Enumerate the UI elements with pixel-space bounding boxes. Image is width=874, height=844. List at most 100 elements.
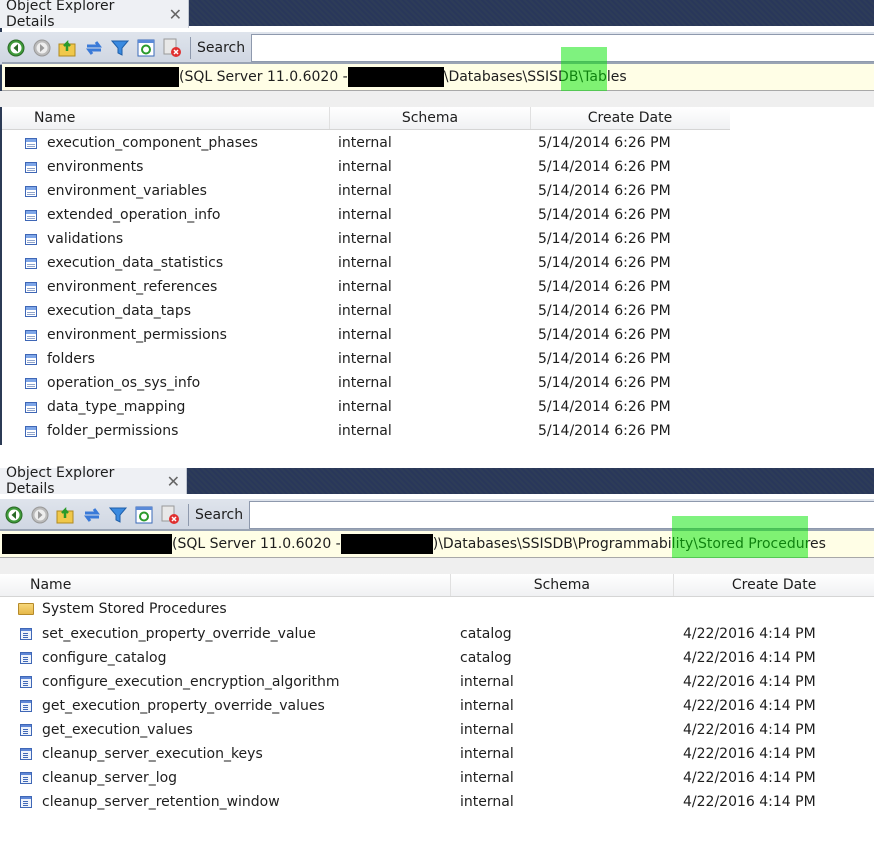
search-label: Search: [195, 507, 244, 523]
sync-icon[interactable]: [84, 38, 104, 58]
create-date-cell: 5/14/2014 6:26 PM: [538, 255, 671, 271]
close-tab-icon[interactable]: ✕: [169, 5, 182, 24]
close-tab-icon[interactable]: ✕: [167, 472, 180, 491]
table-row[interactable]: environment_variables internal 5/14/2014 6…: [0, 179, 874, 203]
tab-object-explorer-details[interactable]: Object Explorer Details ✕: [0, 0, 189, 30]
column-header-row-2: Name Schema Create Date: [0, 574, 874, 597]
redacted-user-name: [347, 67, 444, 87]
name-cell: get_execution_values: [20, 722, 193, 738]
schema-cell: internal: [460, 746, 514, 762]
name-cell: execution_data_taps: [25, 303, 191, 319]
table-row[interactable]: cleanup_server_log internal 4/22/2016 4:14…: [0, 766, 874, 790]
name-cell: environments: [25, 159, 143, 175]
schema-cell: internal: [338, 375, 392, 391]
name-cell: configure_catalog: [20, 650, 166, 666]
name-cell: get_execution_property_override_values: [20, 698, 325, 714]
table-row[interactable]: get_execution_values internal 4/22/2016 4:…: [0, 718, 874, 742]
table-row[interactable]: execution_data_statistics internal 5/14/20…: [0, 251, 874, 275]
object-name: execution_data_statistics: [47, 255, 224, 271]
forward-icon[interactable]: [30, 505, 50, 525]
filter-icon[interactable]: [110, 38, 130, 58]
create-date-cell: 4/22/2016 4:14 PM: [683, 626, 816, 642]
stop-script-icon[interactable]: [162, 38, 182, 58]
table-row[interactable]: folders internal 5/14/2014 6:26 PM: [0, 347, 874, 371]
table-row[interactable]: environment_permissions internal 5/14/2014…: [0, 323, 874, 347]
schema-cell: internal: [460, 698, 514, 714]
column-header-name[interactable]: Name: [2, 107, 330, 129]
table-row[interactable]: cleanup_server_retention_window internal 4…: [0, 790, 874, 814]
refresh-icon[interactable]: [136, 38, 156, 58]
back-icon[interactable]: [4, 505, 24, 525]
table-row[interactable]: operation_os_sys_info internal 5/14/2014 6…: [0, 371, 874, 395]
object-name: configure_execution_encryption_algorithm: [42, 674, 340, 690]
create-date-cell: 5/14/2014 6:26 PM: [538, 327, 671, 343]
create-date-cell: 5/14/2014 6:26 PM: [538, 423, 671, 439]
sync-icon[interactable]: [82, 505, 102, 525]
table-icon: [25, 425, 37, 437]
stop-script-icon[interactable]: [160, 505, 180, 525]
table-row[interactable]: execution_data_taps internal 5/14/2014 6:2…: [0, 299, 874, 323]
column-header-create-date[interactable]: Create Date: [674, 574, 874, 596]
spacer: [0, 558, 874, 574]
name-cell: set_execution_property_override_value: [20, 626, 316, 642]
table-icon: [25, 401, 37, 413]
table-icon: [25, 257, 37, 269]
schema-cell: internal: [460, 722, 514, 738]
name-cell: cleanup_server_retention_window: [20, 794, 280, 810]
refresh-icon[interactable]: [134, 505, 154, 525]
tab-object-explorer-details-2[interactable]: Object Explorer Details ✕: [0, 465, 187, 497]
forward-icon[interactable]: [32, 38, 52, 58]
column-header-name[interactable]: Name: [0, 574, 451, 596]
create-date-cell: 4/22/2016 4:14 PM: [683, 746, 816, 762]
name-cell: environment_variables: [25, 183, 207, 199]
create-date-cell: 5/14/2014 6:26 PM: [538, 303, 671, 319]
folder-row[interactable]: System Stored Procedures: [18, 597, 227, 621]
table-icon: [25, 137, 37, 149]
stored-procedure-icon: [20, 628, 32, 640]
table-row[interactable]: data_type_mapping internal 5/14/2014 6:26 …: [0, 395, 874, 419]
object-name: execution_component_phases: [47, 135, 258, 151]
schema-cell: internal: [460, 770, 514, 786]
up-folder-icon[interactable]: [58, 38, 78, 58]
column-header-schema[interactable]: Schema: [330, 107, 531, 129]
table-row[interactable]: extended_operation_info internal 5/14/2014…: [0, 203, 874, 227]
up-folder-icon[interactable]: [56, 505, 76, 525]
table-row[interactable]: execution_component_phases internal 5/14/2…: [0, 131, 874, 155]
column-header-create-date[interactable]: Create Date: [531, 107, 729, 129]
stored-procedure-icon: [20, 796, 32, 808]
schema-cell: catalog: [460, 650, 512, 666]
folder-icon: [18, 603, 34, 615]
table-row[interactable]: configure_catalog catalog 4/22/2016 4:14 P…: [0, 646, 874, 670]
table-row[interactable]: folder_permissions internal 5/14/2014 6:26…: [0, 419, 874, 443]
schema-cell: internal: [338, 351, 392, 367]
table-icon: [25, 281, 37, 293]
column-header-schema[interactable]: Schema: [451, 574, 675, 596]
table-row[interactable]: environments internal 5/14/2014 6:26 PM: [0, 155, 874, 179]
path-text: )\Databases\SSISDB\Programmability\: [432, 536, 698, 552]
schema-cell: internal: [338, 159, 392, 175]
table-icon: [25, 209, 37, 221]
stored-procedure-icon: [20, 748, 32, 760]
name-cell: folder_permissions: [25, 423, 178, 439]
table-row[interactable]: configure_execution_encryption_algorithm…: [0, 670, 874, 694]
create-date-cell: 4/22/2016 4:14 PM: [683, 770, 816, 786]
object-name: get_execution_property_override_values: [42, 698, 325, 714]
table-row[interactable]: get_execution_property_override_values in…: [0, 694, 874, 718]
table-row[interactable]: environment_references internal 5/14/2014 …: [0, 275, 874, 299]
object-name: environment_variables: [47, 183, 207, 199]
create-date-cell: 5/14/2014 6:26 PM: [538, 399, 671, 415]
spacer: [0, 91, 874, 107]
name-cell: configure_execution_encryption_algorithm: [20, 674, 340, 690]
table-row[interactable]: set_execution_property_override_value cat…: [0, 622, 874, 646]
schema-cell: internal: [338, 135, 392, 151]
name-cell: cleanup_server_execution_keys: [20, 746, 263, 762]
schema-cell: catalog: [460, 626, 512, 642]
filter-icon[interactable]: [108, 505, 128, 525]
back-icon[interactable]: [6, 38, 26, 58]
table-row[interactable]: validations internal 5/14/2014 6:26 PM: [0, 227, 874, 251]
server-info: (SQL Server 11.0.6020 -: [172, 536, 341, 552]
table-row[interactable]: cleanup_server_execution_keys internal 4/2…: [0, 742, 874, 766]
object-name: extended_operation_info: [47, 207, 221, 223]
table-icon: [25, 233, 37, 245]
create-date-cell: 4/22/2016 4:14 PM: [683, 698, 816, 714]
